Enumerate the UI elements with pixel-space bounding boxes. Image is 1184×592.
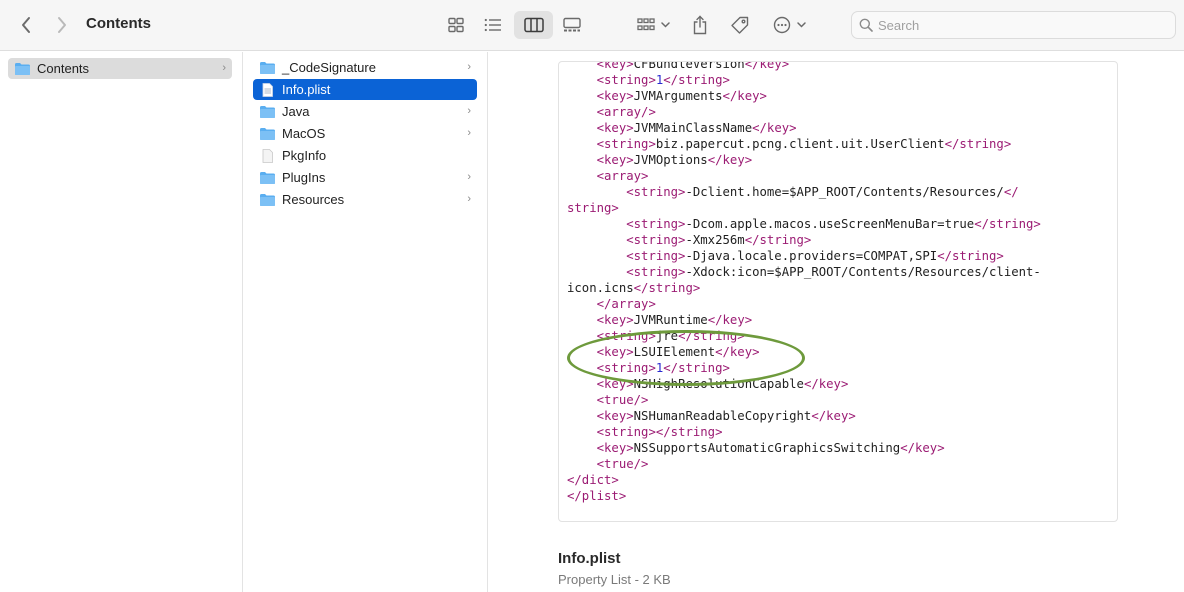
code-line: </array> [596, 297, 656, 311]
column-item-label: PkgInfo [282, 148, 327, 163]
code-line: <key>CFBundleVersion</key> [596, 61, 790, 71]
code-line: <key>NSHighResolutionCapable</key> [596, 377, 849, 391]
column-item-label: Resources [282, 192, 345, 207]
column-item-label: _CodeSignature [282, 60, 376, 75]
group-by-button[interactable] [633, 11, 673, 39]
column-view-icon [523, 17, 544, 33]
window-title: Contents [86, 15, 151, 32]
search-field[interactable] [851, 11, 1176, 39]
chevron-right-icon: › [467, 193, 471, 205]
column-item-java[interactable]: Java › [253, 101, 477, 122]
code-line: <key>NSSupportsAutomaticGraphicsSwitchin… [596, 441, 945, 455]
search-input[interactable] [878, 16, 1168, 35]
column-item-contents[interactable]: Contents › [8, 58, 232, 79]
share-icon [693, 15, 707, 35]
list-view-icon [484, 18, 501, 32]
chevron-right-icon [58, 17, 66, 33]
plist-source-code: <key>CFBundleVersion</key> <string>1</st… [567, 61, 1112, 504]
column-contents-parent: Contents › [0, 52, 243, 592]
code-line: <key>JVMArguments</key> [596, 89, 767, 103]
code-line: <string>-Dclient.home=$APP_ROOT/Contents… [626, 185, 1019, 199]
chevron-right-icon: › [467, 171, 471, 183]
column-view-button[interactable] [514, 11, 553, 39]
preview-file-kind: Property List - 2 KB [558, 572, 671, 587]
column-item-codesignature[interactable]: _CodeSignature › [253, 57, 477, 78]
column-item-label: MacOS [282, 126, 326, 141]
code-line: <string>1</string> [596, 361, 730, 375]
code-line: <string>-Dcom.apple.macos.useScreenMenuB… [626, 217, 1041, 231]
code-line: <string>-Xdock:icon=$APP_ROOT/Contents/R… [626, 265, 1041, 279]
code-line: </plist> [567, 489, 627, 503]
gallery-view-button[interactable] [557, 11, 587, 39]
column-item-label: Contents [37, 61, 90, 76]
toolbar: Contents [0, 0, 1184, 51]
column-item-macos[interactable]: MacOS › [253, 123, 477, 144]
code-line: <string>1</string> [596, 73, 730, 87]
code-line: <string>-Xmx256m</string> [626, 233, 812, 247]
chevron-right-icon: › [467, 127, 471, 139]
column-item-resources[interactable]: Resources › [253, 189, 477, 210]
code-line: <string>jre</string> [596, 329, 745, 343]
ellipsis-circle-icon [773, 16, 806, 34]
folder-icon [15, 62, 30, 75]
chevron-right-icon: › [467, 105, 471, 117]
icon-view-icon [448, 17, 464, 33]
code-line: icon.icns</string> [567, 281, 701, 295]
chevron-right-icon: › [222, 62, 226, 74]
chevron-left-icon [22, 17, 30, 33]
tag-icon [731, 16, 749, 34]
column-contents: _CodeSignature › Info.plist Java › MacOS… [243, 52, 488, 592]
column-item-label: Java [282, 104, 310, 119]
list-view-button[interactable] [478, 11, 508, 39]
document-icon [262, 82, 273, 97]
column-item-pkginfo[interactable]: PkgInfo [253, 145, 477, 166]
chevron-right-icon: › [467, 61, 471, 73]
column-item-info-plist[interactable]: Info.plist [253, 79, 477, 100]
folder-icon [260, 193, 275, 206]
code-line: <key>JVMOptions</key> [596, 153, 753, 167]
group-by-icon [637, 18, 670, 31]
code-line: <key>JVMRuntime</key> [596, 313, 753, 327]
file-preview[interactable]: <key>CFBundleVersion</key> <string>1</st… [558, 61, 1118, 522]
code-line: <true/> [596, 457, 649, 471]
search-icon [859, 18, 873, 32]
more-actions-button[interactable] [771, 11, 809, 39]
document-icon [262, 148, 273, 163]
back-button[interactable] [14, 13, 38, 37]
code-line: string> [567, 201, 619, 215]
code-line: <key>NSHumanReadableCopyright</key> [596, 409, 856, 423]
share-button[interactable] [689, 11, 711, 39]
folder-icon [260, 127, 275, 140]
folder-icon [260, 105, 275, 118]
gallery-view-icon [563, 17, 581, 32]
tag-button[interactable] [728, 11, 752, 39]
folder-icon [260, 171, 275, 184]
code-line: <string></string> [596, 425, 723, 439]
icon-view-button[interactable] [441, 11, 471, 39]
code-line: <key>LSUIElement</key> [596, 345, 760, 359]
folder-icon [260, 61, 275, 74]
code-line: <true/> [596, 393, 649, 407]
code-line: <key>JVMMainClassName</key> [596, 121, 797, 135]
code-line: <array> [596, 169, 649, 183]
preview-file-name: Info.plist [558, 550, 621, 567]
forward-button[interactable] [50, 13, 74, 37]
column-item-label: Info.plist [282, 82, 331, 97]
code-line: <string>-Djava.locale.providers=COMPAT,S… [626, 249, 1004, 263]
code-line: <array/> [596, 105, 656, 119]
code-line: <string>biz.papercut.pcng.client.uit.Use… [596, 137, 1012, 151]
column-item-plugins[interactable]: PlugIns › [253, 167, 477, 188]
column-item-label: PlugIns [282, 170, 326, 185]
code-line: </dict> [567, 473, 619, 487]
